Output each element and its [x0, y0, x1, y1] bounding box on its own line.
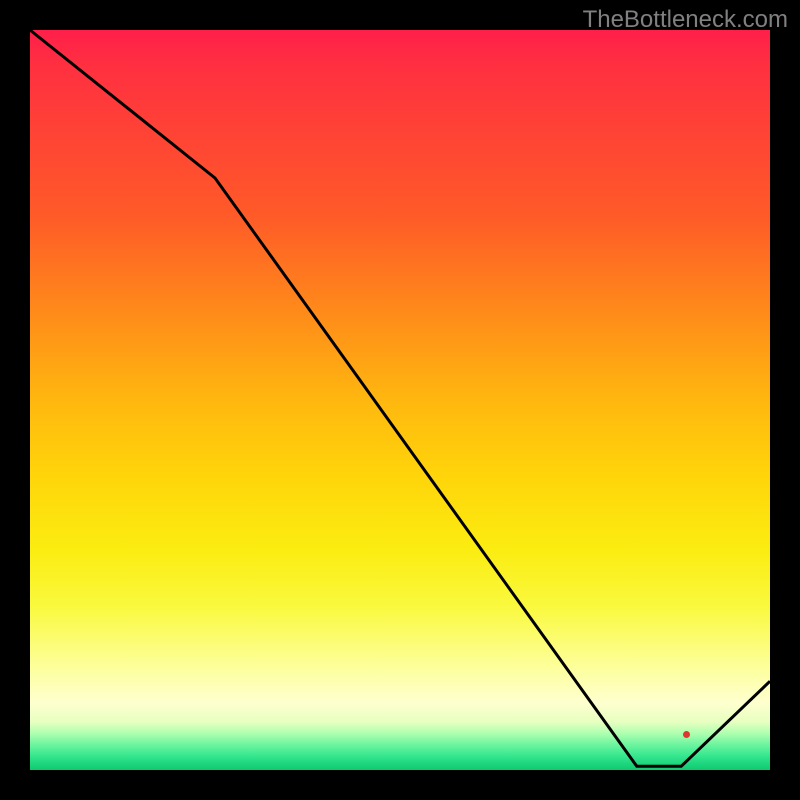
- chart-annotation-dot: [683, 731, 690, 738]
- chart-overlay-svg: [30, 30, 770, 770]
- chart-root: TheBottleneck.com: [0, 0, 800, 800]
- chart-line: [30, 30, 770, 766]
- watermark-text: TheBottleneck.com: [583, 6, 788, 34]
